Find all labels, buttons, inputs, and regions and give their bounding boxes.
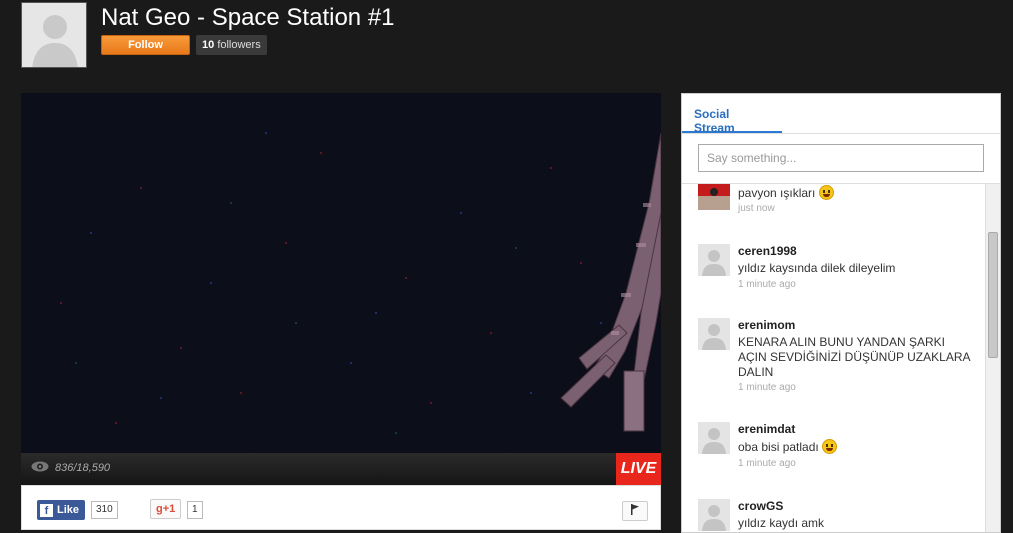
flag-icon bbox=[630, 502, 640, 520]
video-player: 836/18,590 LIVE f Like 310 g+1 1 bbox=[21, 93, 661, 530]
stream-feed: pavyon ışıkları just now ceren1998 yıldı… bbox=[682, 184, 986, 532]
post-time: 1 minute ago bbox=[738, 382, 796, 393]
post-text: oba bisi patladı bbox=[738, 439, 974, 455]
list-item: erenimom KENARA ALIN BUNU YANDAN ŞARKI A… bbox=[698, 318, 978, 398]
avatar[interactable] bbox=[698, 244, 730, 276]
say-something-input[interactable] bbox=[698, 144, 984, 172]
social-stream-panel: Social Stream pavyon ışıkları just now c… bbox=[681, 93, 1001, 533]
followers-count: 10 bbox=[202, 39, 215, 51]
share-bar: f Like 310 g+1 1 bbox=[21, 485, 661, 530]
post-text: yıldız kaydı amk bbox=[738, 516, 825, 530]
channel-avatar[interactable] bbox=[21, 2, 87, 68]
page-title: Nat Geo - Space Station #1 bbox=[101, 4, 395, 31]
divider bbox=[682, 133, 1000, 134]
post-text: yıldız kaysında dilek dileyelim bbox=[738, 261, 896, 275]
followers-badge: 10 followers bbox=[196, 35, 267, 55]
viewer-count-text: 836/18,590 bbox=[55, 462, 111, 474]
post-text: pavyon ışıkları bbox=[738, 185, 974, 201]
like-count: 310 bbox=[91, 501, 118, 519]
page: Nat Geo - Space Station #1 Follow 10 fol… bbox=[0, 0, 1013, 533]
live-badge: LIVE bbox=[616, 453, 661, 485]
post-time: just now bbox=[738, 203, 775, 214]
facebook-like-button[interactable]: f Like bbox=[37, 500, 86, 520]
viewer-count: 836/18,590 bbox=[31, 461, 110, 475]
follow-button[interactable]: Follow bbox=[101, 35, 190, 55]
avatar[interactable] bbox=[698, 318, 730, 350]
list-item: pavyon ışıkları just now bbox=[698, 184, 978, 218]
post-time: 1 minute ago bbox=[738, 279, 796, 290]
smiley-icon bbox=[822, 439, 838, 454]
scrollbar-thumb[interactable] bbox=[988, 232, 998, 358]
eye-icon bbox=[31, 461, 49, 475]
like-label: Like bbox=[57, 504, 80, 516]
avatar[interactable] bbox=[698, 422, 730, 454]
post-time: 1 minute ago bbox=[738, 458, 796, 469]
post-username[interactable]: crowGS bbox=[738, 499, 783, 513]
facebook-icon: f bbox=[40, 503, 53, 517]
avatar[interactable] bbox=[698, 184, 730, 210]
avatar[interactable] bbox=[698, 499, 730, 531]
video-stream[interactable] bbox=[21, 93, 661, 453]
feed-scrollbar[interactable] bbox=[985, 184, 1000, 532]
report-button[interactable] bbox=[622, 501, 648, 521]
list-item: ceren1998 yıldız kaysında dilek dileyeli… bbox=[698, 244, 978, 294]
google-plus-button[interactable]: g+1 bbox=[150, 499, 182, 519]
smiley-icon bbox=[818, 185, 834, 200]
post-username[interactable]: erenimom bbox=[738, 318, 795, 332]
video-controls: 836/18,590 LIVE bbox=[21, 453, 661, 485]
post-text: KENARA ALIN BUNU YANDAN ŞARKI AÇIN SEVDİ… bbox=[738, 335, 970, 379]
tab-social-stream[interactable]: Social Stream bbox=[682, 94, 782, 135]
followers-label: followers bbox=[217, 39, 261, 51]
list-item: crowGS yıldız kaydı amk bbox=[698, 499, 978, 532]
post-username[interactable]: erenimdat bbox=[738, 422, 795, 436]
post-username[interactable]: ceren1998 bbox=[738, 244, 797, 258]
gplus-count: 1 bbox=[187, 501, 203, 519]
list-item: erenimdat oba bisi patladı 1 minute ago bbox=[698, 422, 978, 472]
